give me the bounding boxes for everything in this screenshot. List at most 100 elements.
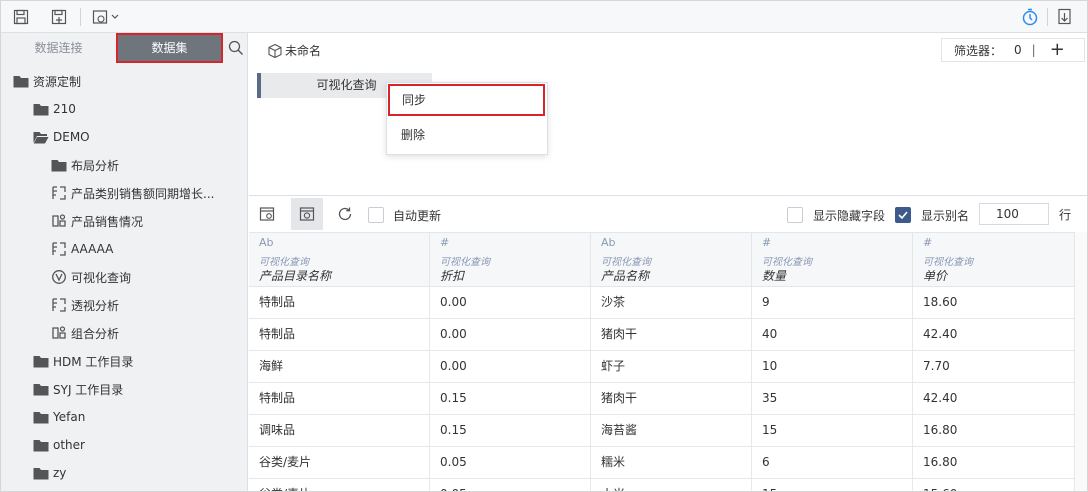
- settings-dropdown-icon[interactable]: [91, 7, 121, 27]
- save-icon[interactable]: [11, 7, 31, 27]
- table-row[interactable]: 特制品 0.15 猪肉干 35 42.40: [249, 383, 1075, 415]
- save-as-icon[interactable]: [49, 7, 69, 27]
- tree-item-label: 产品销售情况: [71, 214, 144, 229]
- tree-item-label: SYJ 工作目录: [53, 382, 124, 397]
- tree-item-category-sales-growth[interactable]: 产品类别销售额同期增长...: [51, 181, 214, 205]
- tree-item-other[interactable]: other: [33, 433, 85, 457]
- tree-item-zy[interactable]: zy: [33, 461, 66, 485]
- table-row[interactable]: 谷类/麦片 0.05 糯米 6 16.80: [249, 447, 1075, 479]
- folder-icon: [33, 437, 49, 453]
- tree-item-label: 可视化查询: [71, 270, 132, 285]
- search-icon[interactable]: [228, 40, 244, 56]
- show-hidden-fields-label: 显示隐藏字段: [813, 209, 886, 223]
- tree-item-visual-query[interactable]: 可视化查询: [51, 265, 131, 289]
- tab-data-connection[interactable]: 数据连接: [1, 33, 116, 63]
- folder-icon: [33, 381, 49, 397]
- tree-item-label: 资源定制: [33, 74, 82, 89]
- table-cell: 15.60: [913, 479, 1075, 491]
- refresh-icon[interactable]: [329, 198, 361, 230]
- folder-icon: [33, 353, 49, 369]
- column-source: 可视化查询: [762, 257, 812, 268]
- context-menu-sync[interactable]: 同步: [388, 84, 545, 116]
- tree-item-210[interactable]: 210: [33, 97, 76, 121]
- tree-item-hdm[interactable]: HDM 工作目录: [33, 349, 133, 373]
- combo-icon: [51, 213, 67, 229]
- folder-icon: [33, 409, 49, 425]
- tree-item-product-sales[interactable]: 产品销售情况: [51, 209, 143, 233]
- show-hidden-fields-checkbox[interactable]: [787, 207, 803, 223]
- row-count-input[interactable]: 100: [979, 203, 1049, 225]
- tab-dataset[interactable]: 数据集: [116, 33, 223, 63]
- column-header[interactable]: Ab 可视化查询 产品目录名称: [249, 233, 430, 287]
- column-header[interactable]: # 可视化查询 折扣: [430, 233, 591, 287]
- combo-icon: [51, 325, 67, 341]
- table-row[interactable]: 调味品 0.15 海苔酱 15 16.80: [249, 415, 1075, 447]
- table-cell: 特制品: [249, 319, 430, 350]
- tree-item-syj[interactable]: SYJ 工作目录: [33, 377, 123, 401]
- download-icon[interactable]: [1055, 7, 1075, 27]
- filter-box: 筛选器： 0 | +: [941, 38, 1085, 62]
- table-row[interactable]: 谷类/麦片 0.05 小米 15 15.60: [249, 479, 1075, 491]
- column-header[interactable]: Ab 可视化查询 产品名称: [591, 233, 752, 287]
- visual-query-icon: [51, 269, 67, 285]
- folder-icon: [51, 157, 67, 173]
- preview-toolbar: 自动更新 显示隐藏字段 显示别名 100 行: [249, 196, 1087, 232]
- column-type-icon: #: [762, 236, 772, 249]
- dataset-title-text: 未命名: [285, 44, 322, 58]
- table-cell: 15: [752, 415, 913, 446]
- dataset-title[interactable]: 未命名: [267, 42, 321, 59]
- column-header[interactable]: # 可视化查询 数量: [752, 233, 913, 287]
- table-cell: 0.00: [430, 319, 591, 350]
- tree-item-resource-custom[interactable]: 资源定制: [13, 69, 81, 93]
- table-header: Ab 可视化查询 产品目录名称 # 可视化查询 折扣 Ab 可视化查询 产品名称…: [249, 232, 1075, 287]
- tree-item-yefan[interactable]: Yefan: [33, 405, 85, 429]
- column-type-icon: #: [440, 236, 450, 249]
- tree-item-label: AAAAA: [71, 242, 114, 256]
- table-cell: 0.05: [430, 479, 591, 491]
- toolbar-separator: [80, 8, 81, 26]
- table-cell: 谷类/麦片: [249, 479, 430, 491]
- table-cell: 海苔酱: [591, 415, 752, 446]
- table-cell: 42.40: [913, 319, 1075, 350]
- table-row[interactable]: 海鲜 0.00 虾子 10 7.70: [249, 351, 1075, 383]
- timer-icon[interactable]: [1020, 7, 1040, 27]
- tree-item-label: 布局分析: [71, 158, 120, 173]
- table-cell: 沙茶: [591, 287, 752, 318]
- table-cell: 糯米: [591, 447, 752, 478]
- filter-label: 筛选器：: [954, 43, 1003, 58]
- table-cell: 0.00: [430, 287, 591, 318]
- tree-item-label: 组合分析: [71, 326, 120, 341]
- tree-item-aaaaa[interactable]: AAAAA: [51, 237, 113, 261]
- auto-update-checkbox[interactable]: [368, 207, 384, 223]
- table-row[interactable]: 特制品 0.00 沙茶 9 18.60: [249, 287, 1075, 319]
- field-settings-icon[interactable]: [251, 198, 283, 230]
- table-cell: 15: [752, 479, 913, 491]
- context-menu-delete[interactable]: 删除: [387, 119, 547, 151]
- tree-item-pivot-analysis[interactable]: 透视分析: [51, 293, 119, 317]
- table-cell: 7.70: [913, 351, 1075, 382]
- tree-item-demo[interactable]: DEMO: [33, 125, 90, 149]
- sidebar: 数据连接 数据集 资源定制 210 DEMO 布局分析 产品类别销售额同期增长.…: [1, 33, 248, 491]
- table-cell: 18.60: [913, 287, 1075, 318]
- table-cell: 35: [752, 383, 913, 414]
- tree-item-label: 210: [53, 102, 76, 116]
- table-cell: 特制品: [249, 287, 430, 318]
- add-filter-button[interactable]: +: [1050, 41, 1065, 59]
- folder-icon: [33, 101, 49, 117]
- tree-item-combined-analysis[interactable]: 组合分析: [51, 321, 119, 345]
- table-row[interactable]: 特制品 0.00 猪肉干 40 42.40: [249, 319, 1075, 351]
- filter-count: 0: [1014, 43, 1022, 57]
- preview-data-icon[interactable]: [291, 198, 323, 230]
- table-cell: 调味品: [249, 415, 430, 446]
- column-name: 折扣: [440, 269, 465, 283]
- column-source: 可视化查询: [440, 257, 490, 268]
- tree-item-layout-analysis[interactable]: 布局分析: [51, 153, 119, 177]
- folder-icon: [13, 73, 29, 89]
- show-alias-checkbox[interactable]: [895, 207, 911, 223]
- vertical-scrollbar[interactable]: [1075, 232, 1087, 491]
- table-cell: 42.40: [913, 383, 1075, 414]
- tree-item-label: HDM 工作目录: [53, 354, 134, 369]
- tree-item-label: other: [53, 438, 85, 452]
- column-header[interactable]: # 可视化查询 单价: [913, 233, 1075, 287]
- pivot-icon: [51, 297, 67, 313]
